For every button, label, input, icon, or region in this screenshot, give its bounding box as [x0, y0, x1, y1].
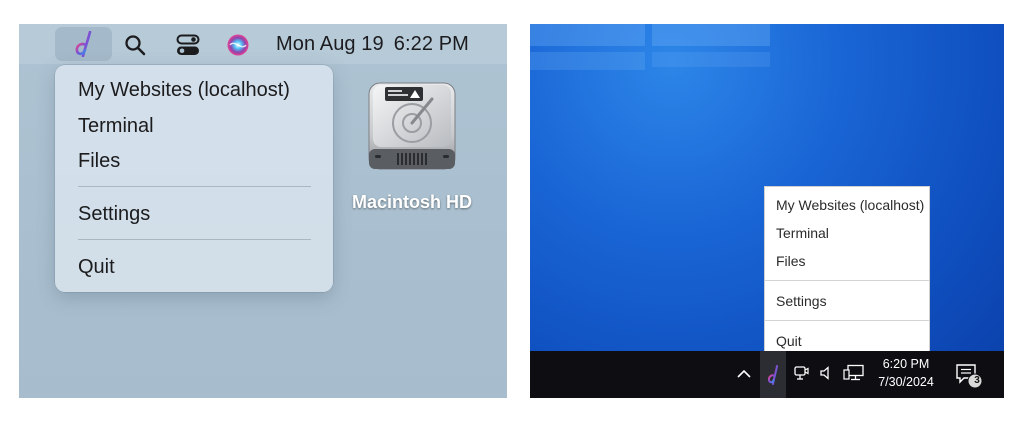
- menu-item-terminal[interactable]: Terminal: [78, 115, 154, 138]
- wallpaper-light-pane: [530, 52, 645, 70]
- taskbar-time: 6:20 PM: [882, 357, 930, 371]
- app-d-icon[interactable]: [760, 351, 786, 398]
- menu-item-quit[interactable]: Quit: [776, 333, 802, 349]
- menu-bar-clock[interactable]: Mon Aug 19 6:22 PM: [276, 33, 469, 56]
- wallpaper-light-pane: [652, 24, 770, 46]
- menu-separator: [78, 186, 311, 187]
- drive-label[interactable]: Macintosh HD: [337, 192, 487, 213]
- menu-item-files[interactable]: Files: [78, 150, 120, 173]
- menu-item-my-websites[interactable]: My Websites (localhost): [776, 197, 924, 213]
- app-d-icon[interactable]: [55, 27, 112, 61]
- menu-separator: [78, 239, 311, 240]
- clock-date: Mon Aug 19: [276, 33, 384, 55]
- menu-item-settings[interactable]: Settings: [78, 203, 150, 226]
- taskbar-clock[interactable]: 6:20 PM 7/30/2024: [870, 355, 942, 391]
- menu-item-quit[interactable]: Quit: [78, 256, 115, 279]
- notification-count-badge: 3: [974, 375, 980, 386]
- menu-bar: Mon Aug 19 6:22 PM: [19, 24, 507, 64]
- menu-item-my-websites[interactable]: My Websites (localhost): [78, 79, 290, 102]
- hard-drive-icon[interactable]: [365, 79, 459, 180]
- taskbar: 6:20 PM 7/30/2024 3: [530, 351, 1004, 398]
- tray-context-menu: My Websites (localhost) Terminal Files S…: [764, 186, 930, 369]
- clock-time: 6:22 PM: [393, 33, 469, 55]
- network-icon[interactable]: [843, 363, 865, 383]
- menu-item-files[interactable]: Files: [776, 253, 806, 269]
- wallpaper-light-pane: [652, 52, 770, 67]
- siri-icon[interactable]: [226, 33, 250, 57]
- macos-screenshot: Mon Aug 19 6:22 PM My Websites (localhost…: [19, 24, 507, 398]
- search-icon[interactable]: [123, 33, 147, 57]
- menu-item-settings[interactable]: Settings: [776, 293, 827, 309]
- wallpaper-light-pane: [530, 24, 645, 46]
- chevron-up-icon[interactable]: [735, 365, 753, 383]
- menu-separator: [765, 280, 929, 281]
- volume-icon[interactable]: [818, 364, 834, 382]
- taskbar-date: 7/30/2024: [878, 375, 934, 389]
- meet-now-icon[interactable]: [792, 363, 810, 383]
- menu-separator: [765, 320, 929, 321]
- windows-screenshot: My Websites (localhost) Terminal Files S…: [530, 24, 1004, 398]
- menu-item-terminal[interactable]: Terminal: [776, 225, 829, 241]
- app-dropdown-menu: My Websites (localhost) Terminal Files S…: [55, 65, 333, 292]
- control-center-icon[interactable]: [175, 33, 201, 57]
- action-center-icon[interactable]: 3: [954, 362, 984, 390]
